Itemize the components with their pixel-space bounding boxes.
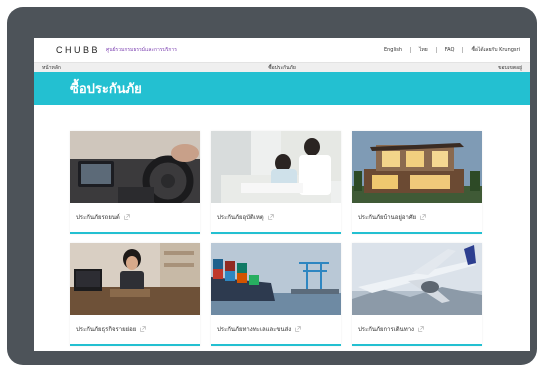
product-card-travel[interactable]: ประกันภัยการเดินทาง bbox=[352, 243, 482, 346]
product-card-car[interactable]: ประกันภัยรถยนต์ bbox=[70, 131, 200, 234]
card-title: ประกันภัยการเดินทาง bbox=[358, 325, 414, 333]
card-label-row: ประกันภัยบ้านอยู่อาศัย bbox=[352, 203, 482, 230]
card-label-row: ประกันภัยการเดินทาง bbox=[352, 315, 482, 342]
link-divider bbox=[462, 47, 464, 53]
nav-buy-insurance[interactable]: ซื้อประกันภัย bbox=[162, 64, 402, 72]
card-title: ประกันภัยบ้านอยู่อาศัย bbox=[358, 213, 417, 221]
link-english[interactable]: English bbox=[384, 47, 402, 53]
card-title: ประกันภัยธุรกิจรายย่อย bbox=[76, 325, 137, 333]
modern-house-image bbox=[352, 131, 482, 203]
device-frame: CHUBB ศูนย์รวมกรมธรรม์และการบริการ Engli… bbox=[7, 7, 537, 365]
top-links: English ไทย FAQ ซื้อได้เลยกับ Krungsri bbox=[384, 46, 520, 54]
cargo-ship-image bbox=[211, 243, 341, 315]
link-divider bbox=[435, 47, 437, 53]
hospital-patient-image bbox=[211, 131, 341, 203]
site-tagline: ศูนย์รวมกรมธรรม์และการบริการ bbox=[106, 47, 177, 53]
external-link-icon bbox=[418, 325, 424, 332]
nav-home[interactable]: หน้าหลัก bbox=[42, 64, 162, 72]
product-card-accident[interactable]: ประกันภัยอุบัติเหตุ bbox=[211, 131, 341, 234]
card-label-row: ประกันภัยรถยนต์ bbox=[70, 203, 200, 230]
card-title: ประกันภัยอุบัติเหตุ bbox=[217, 213, 264, 221]
car-interior-image bbox=[70, 131, 200, 203]
card-label-row: ประกันภัยธุรกิจรายย่อย bbox=[70, 315, 200, 342]
link-divider bbox=[410, 47, 411, 53]
top-bar: CHUBB ศูนย์รวมกรมธรรม์และการบริการ Engli… bbox=[34, 38, 530, 62]
browser-viewport: CHUBB ศูนย์รวมกรมธรรม์และการบริการ Engli… bbox=[34, 38, 530, 351]
hero-banner: ซื้อประกันภัย bbox=[34, 72, 530, 105]
product-grid: ประกันภัยรถยนต์ ประกันภัยอุบัติเหตุ ประก… bbox=[70, 131, 482, 346]
card-label-row: ประกันภัยอุบัติเหตุ bbox=[211, 203, 341, 230]
card-label-row: ประกันภัยทางทะเลและขนส่ง bbox=[211, 315, 341, 342]
external-link-icon bbox=[420, 213, 426, 220]
chubb-logo[interactable]: CHUBB bbox=[56, 45, 100, 55]
airplane-image bbox=[352, 243, 482, 315]
external-link-icon bbox=[124, 213, 130, 220]
card-title: ประกันภัยทางทะเลและขนส่ง bbox=[217, 325, 292, 333]
external-link-icon bbox=[140, 325, 146, 332]
link-thai[interactable]: ไทย bbox=[419, 46, 428, 54]
external-link-icon bbox=[295, 325, 301, 332]
product-card-home[interactable]: ประกันภัยบ้านอยู่อาศัย bbox=[352, 131, 482, 234]
external-link-icon bbox=[267, 213, 274, 220]
link-krungsri[interactable]: ซื้อได้เลยกับ Krungsri bbox=[471, 46, 520, 54]
shop-owner-image bbox=[70, 243, 200, 315]
product-card-marine[interactable]: ประกันภัยทางทะเลและขนส่ง bbox=[211, 243, 341, 346]
link-faq[interactable]: FAQ bbox=[445, 47, 455, 53]
card-title: ประกันภัยรถยนต์ bbox=[76, 213, 120, 221]
main-nav: หน้าหลัก ซื้อประกันภัย ขอบเขตอยู่ bbox=[34, 62, 530, 72]
product-card-sme[interactable]: ประกันภัยธุรกิจรายย่อย bbox=[70, 243, 200, 346]
nav-more[interactable]: ขอบเขตอยู่ bbox=[402, 64, 522, 72]
page-title: ซื้อประกันภัย bbox=[70, 82, 142, 97]
